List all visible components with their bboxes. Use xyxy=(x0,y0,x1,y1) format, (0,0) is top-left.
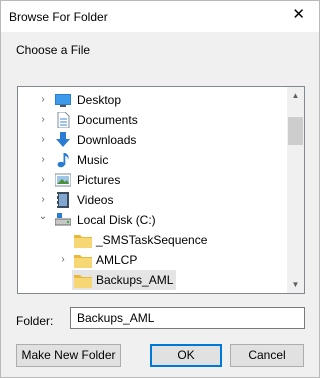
close-icon[interactable]: ✕ xyxy=(292,7,305,22)
downloads-icon xyxy=(56,132,70,147)
ok-button[interactable]: OK xyxy=(150,344,222,367)
tree-item-label: Videos xyxy=(77,193,114,207)
prompt-text: Choose a File xyxy=(16,43,91,57)
scroll-down-icon[interactable]: ▼ xyxy=(287,276,304,293)
tree-item-label: Pictures xyxy=(77,173,121,187)
folder-input[interactable] xyxy=(70,307,305,329)
tree-item-label: _SMSTaskSequence xyxy=(96,233,208,247)
make-new-folder-button[interactable]: Make New Folder xyxy=(16,344,121,367)
tree-item-label: Downloads xyxy=(77,133,137,147)
expand-chevron-icon[interactable]: › xyxy=(38,110,48,130)
tree-item-label: Music xyxy=(77,153,109,167)
pictures-icon xyxy=(55,173,71,187)
folder-icon xyxy=(74,255,92,268)
title-bar: Browse For Folder ✕ xyxy=(1,1,319,32)
videos-icon xyxy=(57,192,69,208)
folder-field-label: Folder: xyxy=(16,314,54,328)
tree-item-music[interactable]: › Music xyxy=(18,150,288,170)
tree-item-desktop[interactable]: › Desktop xyxy=(18,90,288,110)
tree-item-label: Desktop xyxy=(77,93,122,107)
tree-item-label: Documents xyxy=(77,113,138,127)
tree-item-downloads[interactable]: › Downloads xyxy=(18,130,288,150)
desktop-icon xyxy=(55,94,71,107)
tree-item-label: Local Disk (C:) xyxy=(77,213,156,227)
expand-chevron-icon[interactable]: › xyxy=(38,90,48,110)
tree-item-pictures[interactable]: › Pictures xyxy=(18,170,288,190)
music-icon xyxy=(57,153,69,168)
tree-item-videos[interactable]: › Videos xyxy=(18,190,288,210)
tree-item-label: Backups_AML xyxy=(96,273,174,287)
drive-icon xyxy=(55,213,71,226)
browse-folder-dialog: Browse For Folder ✕ Choose a File › Desk… xyxy=(0,0,320,378)
tree-item-amlcp[interactable]: › AMLCP xyxy=(18,250,288,270)
vertical-scrollbar[interactable]: ▲ ▼ xyxy=(287,87,304,293)
scroll-thumb[interactable] xyxy=(288,117,303,145)
tree-item-documents[interactable]: › Documents xyxy=(18,110,288,130)
window-title: Browse For Folder xyxy=(9,10,108,24)
cancel-button[interactable]: Cancel xyxy=(230,344,304,367)
expand-chevron-icon[interactable]: › xyxy=(38,130,48,150)
expand-chevron-icon[interactable]: › xyxy=(58,250,68,270)
folder-icon xyxy=(74,235,92,248)
collapse-chevron-icon[interactable]: ⌄ xyxy=(38,207,48,227)
tree-item-local-disk[interactable]: ⌄ Local Disk (C:) xyxy=(18,210,288,230)
folder-icon xyxy=(74,275,92,288)
scroll-up-icon[interactable]: ▲ xyxy=(287,87,304,104)
folder-tree[interactable]: › Desktop › Documents › Downloads › Musi… xyxy=(17,86,305,294)
tree-item-smstasksequence[interactable]: _SMSTaskSequence xyxy=(18,230,288,250)
documents-icon xyxy=(57,112,70,128)
expand-chevron-icon[interactable]: › xyxy=(38,150,48,170)
expand-chevron-icon[interactable]: › xyxy=(38,170,48,190)
tree-item-backups-aml[interactable]: Backups_AML xyxy=(18,270,288,290)
tree-item-label: AMLCP xyxy=(96,253,138,267)
